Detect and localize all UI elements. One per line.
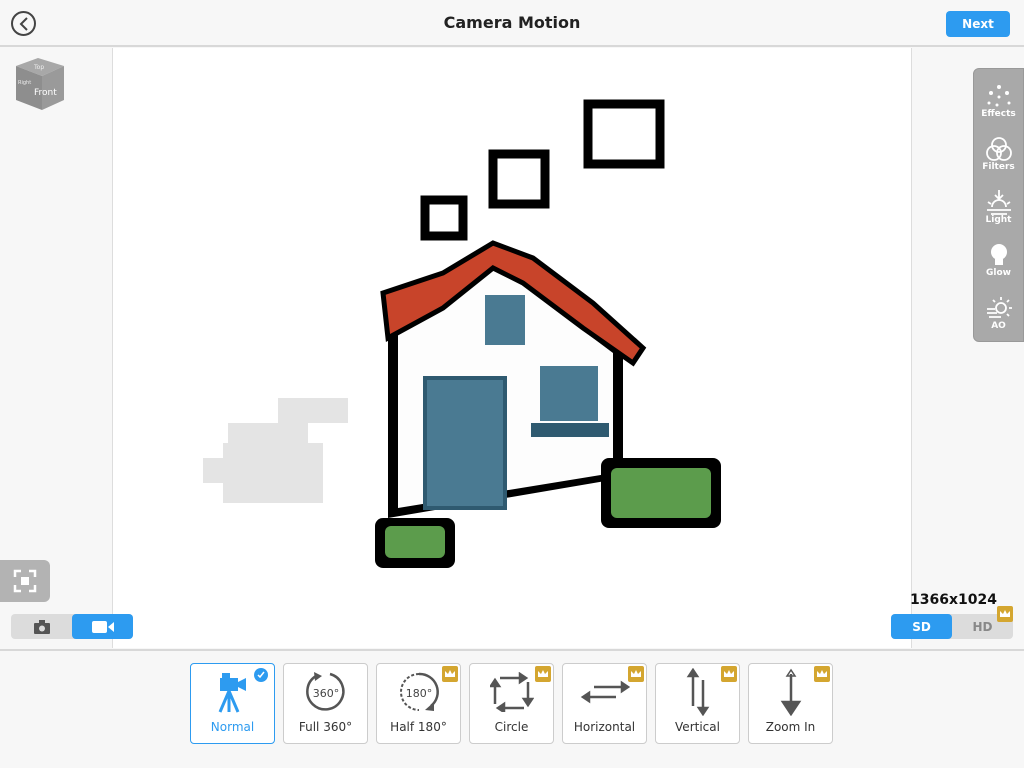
motion-normal[interactable]: Normal — [190, 663, 275, 744]
motion-bar: Normal 360° Full 360° 180° Half 180° Cir… — [0, 649, 1024, 768]
motion-zoom-in[interactable]: Zoom In — [748, 663, 833, 744]
scene-canvas[interactable] — [112, 48, 912, 648]
motion-vertical[interactable]: Vertical — [655, 663, 740, 744]
focus-frame-icon — [13, 569, 37, 593]
capture-mode-toggle — [11, 614, 133, 639]
light-button[interactable]: Light — [974, 175, 1023, 228]
filters-icon — [985, 137, 1012, 161]
next-button[interactable]: Next — [946, 11, 1010, 37]
light-label: Light — [985, 215, 1012, 225]
side-toolbar: Effects Filters Light Glow AO — [973, 68, 1024, 342]
filters-label: Filters — [982, 162, 1015, 172]
motion-label: Horizontal — [573, 720, 636, 734]
video-mode-button[interactable] — [72, 614, 133, 639]
page-title: Camera Motion — [443, 13, 581, 32]
motion-half-180[interactable]: 180° Half 180° — [376, 663, 461, 744]
checkmark-icon — [254, 668, 268, 682]
svg-text:360°: 360° — [312, 687, 339, 700]
lightbulb-icon — [990, 244, 1007, 265]
glow-label: Glow — [986, 268, 1011, 278]
view-cube[interactable]: Top Front Right — [14, 56, 66, 112]
rotate-180-icon: 180° — [399, 672, 439, 711]
sparkles-icon — [987, 85, 1010, 107]
motion-full-360[interactable]: 360° Full 360° — [283, 663, 368, 744]
cube-front-label: Front — [34, 88, 57, 98]
vertical-arrows-icon — [686, 668, 709, 716]
camera-icon — [33, 619, 50, 634]
filters-button[interactable]: Filters — [974, 122, 1023, 175]
top-bar: Camera Motion Next — [0, 0, 1024, 47]
crown-icon — [721, 666, 737, 682]
motion-label: Circle — [494, 720, 529, 734]
zoom-in-arrow-icon — [780, 668, 801, 716]
effects-label: Effects — [981, 109, 1016, 119]
motion-label: Half 180° — [390, 720, 447, 734]
video-camera-icon — [91, 620, 114, 633]
photo-mode-button[interactable] — [11, 614, 72, 639]
effects-button[interactable]: Effects — [974, 69, 1023, 122]
cube-top-label: Top — [33, 64, 44, 71]
resolution-label: 1366x1024 — [910, 592, 997, 608]
horizontal-arrows-icon — [580, 680, 630, 704]
circle-arrows-icon — [489, 672, 534, 712]
cube-right-label: Right — [18, 80, 31, 86]
sd-button[interactable]: SD — [891, 614, 952, 639]
svg-text:180°: 180° — [405, 687, 432, 700]
glow-button[interactable]: Glow — [974, 228, 1023, 281]
rotate-360-icon: 360° — [305, 672, 345, 711]
crown-icon — [628, 666, 644, 682]
sun-haze-icon — [986, 297, 1012, 318]
crown-icon — [814, 666, 830, 682]
voxel-house-model — [203, 99, 721, 568]
ao-label: AO — [991, 321, 1006, 331]
quality-toggle: SD HD — [891, 614, 1013, 639]
motion-label: Normal — [210, 720, 255, 734]
ao-button[interactable]: AO — [974, 281, 1023, 334]
crown-icon — [997, 606, 1013, 622]
sunset-icon — [986, 190, 1011, 215]
fullscreen-button[interactable] — [0, 560, 50, 602]
motion-label: Full 360° — [298, 720, 353, 734]
motion-label: Vertical — [675, 720, 720, 734]
video-camera-tripod-icon — [218, 673, 246, 713]
crown-icon — [442, 666, 458, 682]
motion-label: Zoom In — [765, 720, 816, 734]
motion-horizontal[interactable]: Horizontal — [562, 663, 647, 744]
crown-icon — [535, 666, 551, 682]
motion-circle[interactable]: Circle — [469, 663, 554, 744]
